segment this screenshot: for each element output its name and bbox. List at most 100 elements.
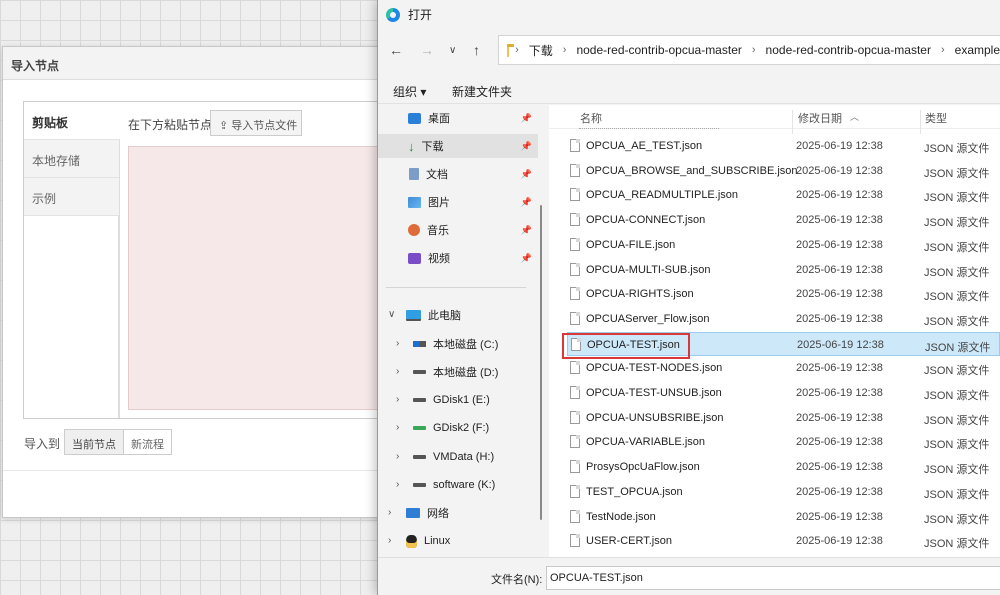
file-row[interactable]: ProsysOpcUaFlow.json 2025-06-19 12:38 JSON… — [567, 455, 1000, 479]
file-date: 2025-06-19 12:38 — [796, 461, 883, 474]
column-date[interactable]: 修改日期 — [798, 110, 842, 126]
breadcrumb-downloads[interactable]: 下载 — [529, 42, 553, 59]
file-type: JSON 源文件 — [924, 217, 990, 230]
tabs-spacer — [24, 216, 119, 418]
target-new-flow-button[interactable]: 新流程 — [124, 429, 172, 455]
chevron-right-icon[interactable]: › — [396, 394, 399, 405]
windows-drive-icon — [413, 341, 426, 347]
file-row[interactable]: OPCUA_BROWSE_and_SUBSCRIBE.json 2025-06-1… — [567, 159, 1000, 183]
address-bar[interactable]: › 下载 › node-red-contrib-opcua-master › n… — [498, 35, 1000, 65]
file-date: 2025-06-19 12:38 — [797, 338, 884, 351]
file-type: JSON 源文件 — [924, 390, 990, 402]
nav-item-drive-f[interactable]: GDisk2 (F:) — [413, 416, 538, 440]
chevron-down-icon[interactable]: ∨ — [388, 309, 395, 320]
tab-clipboard[interactable]: 剪贴板 — [24, 102, 120, 140]
nav-item-network[interactable]: 网络 — [406, 501, 536, 525]
videos-icon — [408, 252, 421, 264]
nav-item-label: 桌面 — [428, 113, 450, 125]
file-name: OPCUA-VARIABLE.json — [586, 436, 706, 449]
target-current-flow-button[interactable]: 当前节点 — [64, 429, 124, 455]
file-row[interactable]: OPCUA-TEST.json 2025-06-19 12:38 JSON 源文件 — [567, 331, 1000, 356]
network-icon — [406, 508, 420, 518]
breadcrumb-folder-3[interactable]: example — [955, 43, 1000, 57]
chevron-right-icon[interactable]: › — [396, 479, 399, 490]
nav-item-drive-c[interactable]: 本地磁盘 (C:) — [413, 332, 538, 356]
file-name: OPCUA-TEST-UNSUB.json — [586, 387, 722, 399]
file-row[interactable]: OPCUA-FILE.json 2025-06-19 12:38 JSON 源文件 — [567, 233, 1000, 257]
file-row[interactable]: OPCUA-MULTI-SUB.json 2025-06-19 12:38 JSON… — [567, 258, 1000, 282]
nav-item-label: 网络 — [427, 508, 449, 520]
file-row[interactable]: OPCUA-TEST-UNSUB.json 2025-06-19 12:38 JSO… — [567, 381, 1000, 405]
chevron-right-icon[interactable]: › — [396, 422, 399, 433]
chevron-right-icon[interactable]: › — [396, 451, 399, 462]
column-name[interactable]: 名称 — [580, 110, 602, 126]
paste-textarea[interactable] — [128, 146, 418, 410]
nav-item-this-pc[interactable]: 此电脑 — [406, 303, 536, 327]
file-type: JSON 源文件 — [924, 291, 990, 304]
nav-scrollbar[interactable] — [540, 205, 542, 520]
import-body: 剪贴板 本地存储 示例 在下方粘贴节点 ⇪ 导入节点文件 — [23, 101, 418, 419]
navigation-pane: 桌面 📌 ↓ 下载 📌 文档 📌 图片 📌 音乐 📌 视频 📌 ∨ 此电脑 › 本地磁盘 (C… — [378, 105, 543, 557]
filename-input[interactable]: OPCUA-TEST.json — [546, 566, 1000, 590]
file-row[interactable]: OPCUA-RIGHTS.json 2025-06-19 12:38 JSON 源文… — [567, 282, 1000, 306]
nav-item-downloads[interactable]: ↓ 下载 📌 — [378, 134, 538, 158]
chevron-right-icon[interactable]: › — [396, 338, 399, 349]
nav-item-pictures[interactable]: 图片 📌 — [378, 190, 538, 214]
json-file-icon — [570, 139, 580, 152]
file-row[interactable]: OPCUA-TEST-NODES.json 2025-06-19 12:38 JSO… — [567, 356, 1000, 380]
breadcrumb-folder-1[interactable]: node-red-contrib-opcua-master — [576, 43, 741, 57]
column-divider[interactable] — [792, 110, 793, 134]
json-file-icon — [570, 386, 580, 399]
file-date: 2025-06-19 12:38 — [796, 510, 883, 523]
new-folder-button[interactable]: 新建文件夹 — [452, 83, 512, 100]
file-type: JSON 源文件 — [924, 241, 990, 254]
file-row[interactable]: TEST_OPCUA.json 2025-06-19 12:38 JSON 源文件 — [567, 480, 1000, 504]
tab-local-storage[interactable]: 本地存储 — [24, 140, 119, 178]
tab-examples[interactable]: 示例 — [24, 178, 119, 216]
breadcrumb-chevron-icon: › — [940, 44, 945, 56]
file-type: JSON 源文件 — [924, 365, 990, 378]
file-row[interactable]: TestNode.json 2025-06-19 12:38 JSON 源文件 — [567, 505, 1000, 529]
file-row[interactable]: OPCUA-VARIABLE.json 2025-06-19 12:38 JSON … — [567, 430, 1000, 454]
nav-item-linux[interactable]: Linux — [406, 529, 536, 553]
file-date: 2025-06-19 12:38 — [796, 140, 883, 152]
chevron-right-icon[interactable]: › — [396, 366, 399, 377]
nav-item-drive-h[interactable]: VMData (H:) — [413, 445, 538, 469]
forward-arrow-icon[interactable]: → — [420, 42, 434, 58]
file-row[interactable]: OPCUA-CONNECT.json 2025-06-19 12:38 JSON 源… — [567, 208, 1000, 232]
file-row[interactable]: USER-CERT.json 2025-06-19 12:38 JSON 源文件 — [567, 529, 1000, 553]
nav-item-videos[interactable]: 视频 📌 — [378, 246, 538, 270]
chevron-right-icon[interactable]: › — [388, 535, 391, 546]
nav-item-desktop[interactable]: 桌面 📌 — [378, 106, 538, 130]
file-name: TEST_OPCUA.json — [586, 485, 683, 498]
file-row[interactable]: OPCUA-UNSUBSRIBE.json 2025-06-19 12:38 JSO… — [567, 406, 1000, 430]
nav-item-drive-k[interactable]: software (K:) — [413, 473, 538, 497]
file-type: JSON 源文件 — [924, 488, 990, 501]
nav-item-music[interactable]: 音乐 📌 — [378, 218, 538, 242]
file-row[interactable]: OPCUA_AE_TEST.json 2025-06-19 12:38 JSON 源… — [567, 134, 1000, 158]
back-arrow-icon[interactable]: ← — [389, 42, 403, 58]
computer-icon — [406, 309, 421, 321]
file-date: 2025-06-19 12:38 — [796, 312, 883, 325]
file-date: 2025-06-19 12:38 — [796, 362, 883, 375]
file-row[interactable]: OPCUA_READMULTIPLE.json 2025-06-19 12:38 J… — [567, 183, 1000, 207]
file-date: 2025-06-19 12:38 — [796, 411, 883, 424]
chevron-right-icon[interactable]: › — [388, 507, 391, 518]
nav-item-documents[interactable]: 文档 📌 — [378, 162, 538, 186]
window-title: 打开 — [408, 8, 433, 22]
file-name: OPCUA-RIGHTS.json — [586, 288, 694, 301]
column-divider[interactable] — [920, 110, 921, 134]
nav-item-drive-e[interactable]: GDisk1 (E:) — [413, 388, 538, 412]
file-name: OPCUA-CONNECT.json — [586, 214, 706, 227]
file-row[interactable]: OPCUAServer_Flow.json 2025-06-19 12:38 JSO… — [567, 307, 1000, 331]
nav-item-drive-d[interactable]: 本地磁盘 (D:) — [413, 360, 538, 384]
file-type: JSON 源文件 — [924, 192, 990, 205]
import-file-button[interactable]: ⇪ 导入节点文件 — [210, 110, 302, 136]
column-type[interactable]: 类型 — [925, 110, 947, 126]
recent-chevron-down-icon[interactable]: ∨ — [449, 45, 456, 56]
organize-menu-button[interactable]: 组织 ▾ — [393, 83, 426, 100]
breadcrumb-folder-2[interactable]: node-red-contrib-opcua-master — [766, 43, 931, 57]
file-name: OPCUAServer_Flow.json — [586, 312, 710, 325]
drive-icon — [413, 370, 426, 374]
up-arrow-icon[interactable]: ↑ — [473, 42, 480, 58]
